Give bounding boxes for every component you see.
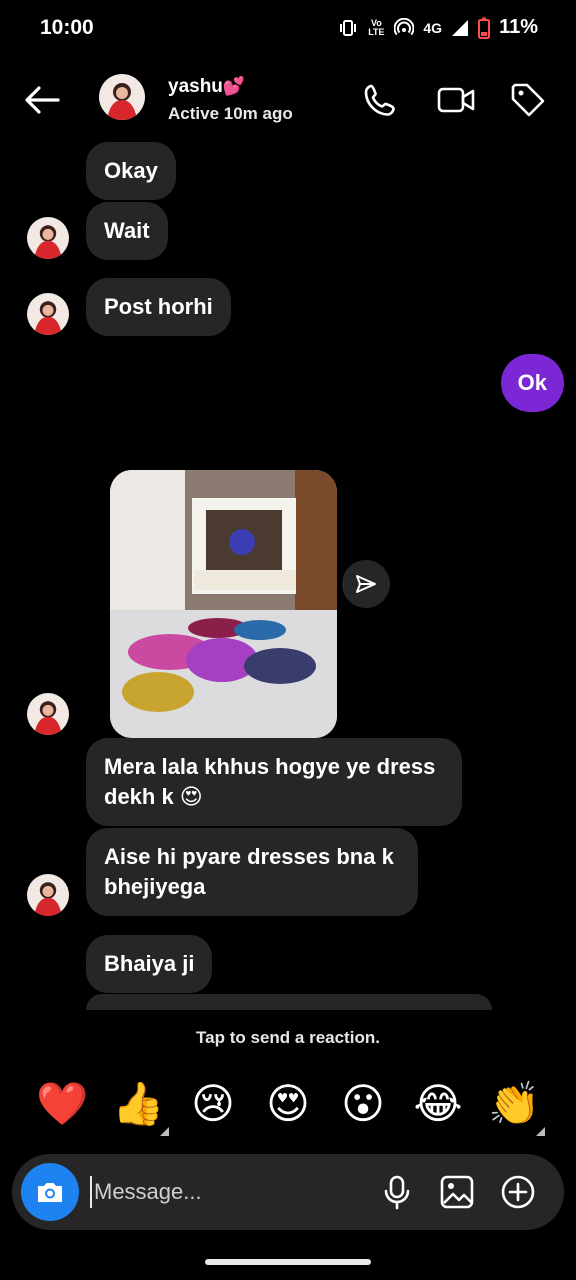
reaction-crying[interactable]: 😢: [187, 1078, 239, 1130]
reaction-laughing[interactable]: 😂: [412, 1078, 464, 1130]
avatar-image: [27, 293, 69, 335]
reaction-bar: ❤️ 👍 😢 😍 😮 😂 👏: [0, 1078, 576, 1136]
battery-percent: 11%: [499, 16, 538, 38]
home-indicator[interactable]: [205, 1259, 371, 1265]
more-reactions-indicator: [160, 1127, 169, 1136]
reaction-heart-eyes[interactable]: 😍: [262, 1078, 314, 1130]
message-bubble[interactable]: Bhaiya ji: [86, 935, 213, 993]
message-composer: [12, 1154, 564, 1230]
share-button[interactable]: [342, 560, 390, 608]
avatar-image: [27, 874, 69, 916]
chat-header: yashu💕 Active 10m ago: [0, 62, 576, 138]
video-camera-icon: [437, 87, 475, 113]
volte-icon: Vo LTE: [368, 17, 385, 37]
avatar-image: [27, 693, 69, 735]
battery-low-icon: [478, 17, 491, 39]
my-message-bubble[interactable]: Ok: [500, 354, 564, 412]
message-bubble[interactable]: Mera lala khhus hogye ye dress dekh k 😍: [86, 738, 462, 826]
message-bubble[interactable]: Aise hi pyare dresses bna k bhejiyega: [86, 828, 418, 916]
video-call-button[interactable]: [436, 80, 476, 120]
contact-avatar[interactable]: [99, 74, 145, 120]
message-bubble[interactable]: Okay: [86, 142, 176, 200]
status-bar: 10:00 Vo LTE 4G 11%: [0, 0, 576, 56]
message-bubble[interactable]: Post horhi: [86, 278, 231, 336]
send-paper-plane-icon: [356, 575, 376, 593]
signal-icon: [452, 19, 469, 36]
avatar-image: [27, 217, 69, 259]
photo-message[interactable]: [110, 470, 337, 738]
back-button[interactable]: [22, 80, 62, 120]
avatar-image: [99, 74, 145, 120]
hearts-emoji: 💕: [222, 76, 246, 96]
message-input[interactable]: [90, 1176, 350, 1208]
active-status: Active 10m ago: [168, 104, 293, 123]
more-options-button[interactable]: [499, 1173, 537, 1211]
camera-icon: [38, 1183, 62, 1202]
plus-circle-icon: [501, 1175, 535, 1209]
gallery-icon: [440, 1175, 474, 1209]
status-time: 10:00: [40, 16, 94, 39]
tag-button[interactable]: [508, 80, 548, 120]
sender-avatar[interactable]: [27, 217, 69, 259]
camera-button[interactable]: [21, 1163, 79, 1221]
reaction-surprised[interactable]: 😮: [337, 1078, 389, 1130]
gallery-button[interactable]: [438, 1173, 476, 1211]
sender-avatar[interactable]: [27, 693, 69, 735]
contact-name[interactable]: yashu💕: [168, 76, 245, 98]
hotspot-icon: [394, 17, 415, 35]
network-type: 4G: [423, 19, 443, 36]
vibrate-icon: [340, 19, 357, 36]
tag-icon: [511, 83, 545, 117]
audio-call-button[interactable]: [360, 80, 400, 120]
message-bubble[interactable]: Wait: [86, 202, 168, 260]
phone-icon: [364, 84, 395, 116]
sender-avatar[interactable]: [27, 874, 69, 916]
sender-avatar[interactable]: [27, 293, 69, 335]
reaction-thumbs-up[interactable]: 👍: [112, 1078, 164, 1130]
photo-image: [110, 470, 337, 738]
voice-message-button[interactable]: [378, 1173, 416, 1211]
partial-message-bubble[interactable]: [86, 994, 492, 1010]
back-arrow-icon: [25, 86, 60, 114]
reaction-heart[interactable]: ❤️: [36, 1078, 88, 1130]
status-icons: Vo LTE 4G 11%: [338, 16, 538, 39]
more-reactions-indicator: [536, 1127, 545, 1136]
reaction-hint: Tap to send a reaction.: [196, 1028, 380, 1047]
reaction-clapping[interactable]: 👏: [488, 1078, 540, 1130]
microphone-icon: [384, 1175, 410, 1210]
